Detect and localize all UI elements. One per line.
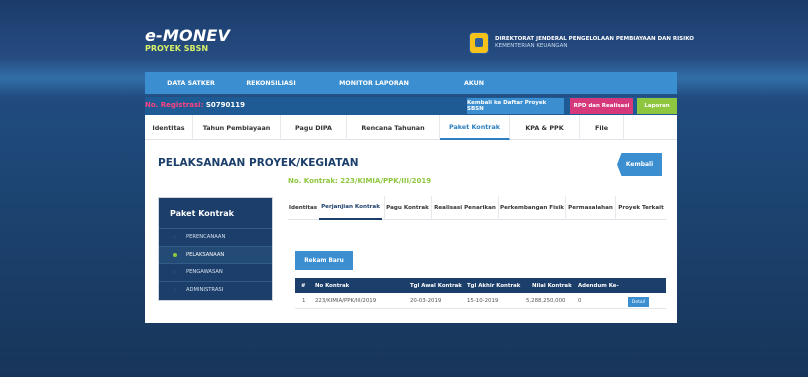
column-header-tgl-awal: Tgl Awal Kontrak	[410, 282, 462, 289]
top-navigation: DATA SATKER REKONSILIASI MONITOR LAPORAN…	[145, 72, 677, 94]
back-button[interactable]: Kembali	[617, 153, 662, 176]
cell-number: 1	[302, 298, 306, 304]
nav-akun[interactable]: AKUN	[459, 80, 489, 87]
back-to-project-list-button[interactable]: Kembali ke Daftar Proyek SBSN	[467, 98, 564, 114]
column-header-tgl-akhir: Tgl Akhir Kontrak	[467, 282, 521, 289]
detail-button[interactable]: Detail	[628, 297, 649, 307]
bullet-icon	[173, 270, 177, 275]
contract-table-header: # No Kontrak Tgl Awal Kontrak Tgl Akhir …	[295, 278, 666, 293]
app-frame: e-MONEV PROYEK SBSN DIREKTORAT JENDERAL …	[145, 26, 694, 326]
sidebar-item-pelaksanaan[interactable]: PELAKSANAAN	[159, 245, 272, 263]
rekam-baru-button[interactable]: Rekam Baru	[295, 251, 353, 270]
registration-value: S0790119	[205, 101, 245, 109]
column-header-number: #	[301, 282, 306, 289]
tab-tahun-pembiayaan[interactable]: Tahun Pembiayaan	[193, 115, 281, 140]
laporan-button[interactable]: Laporan	[637, 98, 677, 114]
bullet-icon	[173, 287, 177, 292]
app-subtitle: PROYEK SBSN	[145, 44, 209, 53]
column-header-adendum: Adendum Ke-	[578, 282, 619, 289]
contract-subtabs: Identitas Perjanjian Kontrak Pagu Kontra…	[288, 196, 666, 220]
cell-nilai-kontrak: 5,288,250,000	[526, 298, 566, 304]
tab-identitas[interactable]: Identitas	[145, 115, 193, 140]
contract-number: No. Kontrak: 223/KIMIA/PPK/III/2019	[288, 177, 432, 185]
subtab-realisasi-penarikan[interactable]: Realisasi Penarikan	[431, 196, 498, 220]
sidebar-item-label: PERENCANAAN	[186, 234, 226, 241]
rpd-realisasi-button[interactable]: RPD dan Realisasi	[570, 98, 633, 114]
cell-no-kontrak: 223/KIMIA/PPK/III/2019	[315, 298, 377, 304]
subtab-pagu-kontrak[interactable]: Pagu Kontrak	[384, 196, 430, 220]
active-bullet-icon	[173, 252, 177, 257]
project-tabs: Identitas Tahun Pembiayaan Pagu DIPA Ren…	[145, 115, 677, 140]
cell-adendum: 0	[578, 298, 582, 304]
tab-kpa-ppk[interactable]: KPA & PPK	[510, 115, 580, 140]
nav-monitor-laporan[interactable]: MONITOR LAPORAN	[325, 80, 423, 87]
ministry-ministry: KEMENTERIAN KEUANGAN	[495, 43, 568, 49]
column-header-no-kontrak: No Kontrak	[315, 282, 350, 289]
sidebar-item-label: PENGAWASAN	[186, 269, 223, 276]
nav-rekonsiliasi[interactable]: REKONSILIASI	[231, 80, 311, 87]
bullet-icon	[173, 235, 177, 240]
sidebar-item-label: PELAKSANAAN	[186, 251, 225, 258]
tab-paket-kontrak[interactable]: Paket Kontrak	[440, 115, 510, 140]
tab-rencana-tahunan[interactable]: Rencana Tahunan	[347, 115, 440, 140]
ministry-emblem-icon	[469, 32, 489, 54]
nav-data-satker[interactable]: DATA SATKER	[163, 80, 219, 87]
subtab-proyek-terkait[interactable]: Proyek Terkait	[615, 196, 666, 220]
cell-tgl-awal: 20-03-2019	[410, 298, 442, 304]
project-bar: No. Registrasi: S0790119 Kembali ke Daft…	[145, 97, 677, 115]
sidebar-item-pengawasan[interactable]: PENGAWASAN	[159, 263, 272, 281]
sidebar-item-label: ADMINISTRASI	[186, 286, 224, 293]
ministry-name: DIREKTORAT JENDERAL PENGELOLAAN PEMBIAYA…	[495, 36, 694, 50]
tab-pagu-dipa[interactable]: Pagu DIPA	[281, 115, 347, 140]
brand: e-MONEV PROYEK SBSN	[145, 26, 230, 53]
paket-kontrak-sidebar: Paket Kontrak PERENCANAAN PELAKSANAAN PE…	[158, 197, 273, 301]
tab-file[interactable]: File	[580, 115, 624, 140]
page-background: { "brand": { "logo": "e-MONEV", "subtitl…	[0, 0, 808, 377]
registration-label: No. Registrasi	[145, 101, 201, 109]
subtab-perjanjian-kontrak[interactable]: Perjanjian Kontrak	[319, 196, 382, 220]
sidebar-item-perencanaan[interactable]: PERENCANAAN	[159, 228, 272, 246]
sidebar-item-administrasi[interactable]: ADMINISTRASI	[159, 280, 272, 299]
subtab-identitas[interactable]: Identitas	[288, 196, 318, 220]
sidebar-title: Paket Kontrak	[170, 208, 234, 218]
cell-tgl-akhir: 15-10-2019	[467, 298, 499, 304]
page-title: PELAKSANAAN PROYEK/KEGIATAN	[158, 157, 359, 169]
subtab-perkembangan-fisik[interactable]: Perkembangan Fisik	[498, 196, 565, 220]
registration-number: No. Registrasi: S0790119	[145, 101, 245, 109]
ministry-directorate: DIREKTORAT JENDERAL PENGELOLAAN PEMBIAYA…	[495, 36, 694, 42]
app-logo[interactable]: e-MONEV	[145, 26, 230, 45]
table-row: 1 223/KIMIA/PPK/III/2019 20-03-2019 15-1…	[295, 293, 666, 309]
column-header-nilai-kontrak: Nilai Kontrak	[532, 282, 572, 289]
subtab-permasalahan[interactable]: Permasalahan	[565, 196, 615, 220]
main-panel: Identitas Tahun Pembiayaan Pagu DIPA Ren…	[145, 115, 677, 323]
